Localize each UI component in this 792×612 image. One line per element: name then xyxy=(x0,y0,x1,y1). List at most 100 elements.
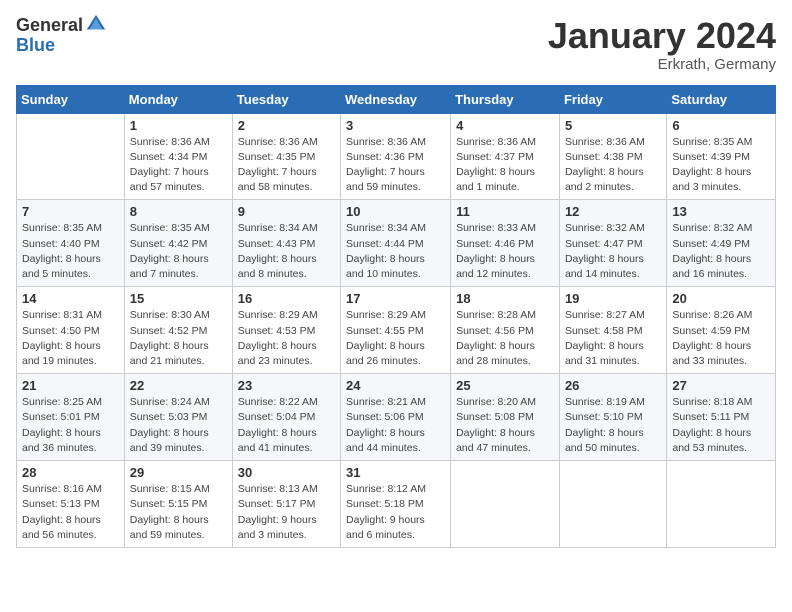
calendar-cell: 21 Sunrise: 8:25 AMSunset: 5:01 PMDayligh… xyxy=(17,374,125,461)
day-number: 25 xyxy=(456,378,554,393)
day-info: Sunrise: 8:35 AMSunset: 4:40 PMDaylight:… xyxy=(22,221,119,282)
day-number: 12 xyxy=(565,204,661,219)
day-info: Sunrise: 8:35 AMSunset: 4:39 PMDaylight:… xyxy=(672,135,770,196)
logo-general-text: General xyxy=(16,16,83,36)
day-info: Sunrise: 8:20 AMSunset: 5:08 PMDaylight:… xyxy=(456,395,554,456)
day-info: Sunrise: 8:34 AMSunset: 4:43 PMDaylight:… xyxy=(238,221,335,282)
calendar-cell: 10 Sunrise: 8:34 AMSunset: 4:44 PMDayligh… xyxy=(341,200,451,287)
day-number: 17 xyxy=(346,291,445,306)
calendar-cell: 16Sunrise: 8:29 AMSunset: 4:53 PMDayligh… xyxy=(232,287,340,374)
logo: General Blue xyxy=(16,16,107,56)
calendar-cell xyxy=(451,461,560,548)
day-number: 15 xyxy=(130,291,227,306)
calendar-cell: 11 Sunrise: 8:33 AMSunset: 4:46 PMDayligh… xyxy=(451,200,560,287)
day-info: Sunrise: 8:36 AMSunset: 4:36 PMDaylight:… xyxy=(346,135,445,196)
calendar-cell: 20 Sunrise: 8:26 AMSunset: 4:59 PMDayligh… xyxy=(667,287,776,374)
day-number: 24 xyxy=(346,378,445,393)
day-number: 3 xyxy=(346,118,445,133)
day-info: Sunrise: 8:29 AMSunset: 4:55 PMDaylight:… xyxy=(346,308,445,369)
calendar-cell: 31 Sunrise: 8:12 AMSunset: 5:18 PMDayligh… xyxy=(341,461,451,548)
calendar-cell: 12 Sunrise: 8:32 AMSunset: 4:47 PMDayligh… xyxy=(559,200,666,287)
day-info: Sunrise: 8:34 AMSunset: 4:44 PMDaylight:… xyxy=(346,221,445,282)
day-number: 21 xyxy=(22,378,119,393)
month-title: January 2024 xyxy=(548,16,776,56)
calendar-cell: 23 Sunrise: 8:22 AMSunset: 5:04 PMDayligh… xyxy=(232,374,340,461)
calendar-cell: 1Sunrise: 8:36 AMSunset: 4:34 PMDaylight… xyxy=(124,113,232,200)
calendar-week-row: 14Sunrise: 8:31 AMSunset: 4:50 PMDayligh… xyxy=(17,287,776,374)
day-info: Sunrise: 8:36 AMSunset: 4:34 PMDaylight:… xyxy=(130,135,227,196)
calendar-day-header: Saturday xyxy=(667,85,776,113)
day-number: 8 xyxy=(130,204,227,219)
calendar-table: SundayMondayTuesdayWednesdayThursdayFrid… xyxy=(16,85,776,548)
day-number: 7 xyxy=(22,204,119,219)
day-number: 2 xyxy=(238,118,335,133)
day-number: 14 xyxy=(22,291,119,306)
calendar-cell: 15 Sunrise: 8:30 AMSunset: 4:52 PMDayligh… xyxy=(124,287,232,374)
day-number: 9 xyxy=(238,204,335,219)
day-info: Sunrise: 8:29 AMSunset: 4:53 PMDaylight:… xyxy=(238,308,335,369)
day-number: 29 xyxy=(130,465,227,480)
day-info: Sunrise: 8:16 AMSunset: 5:13 PMDaylight:… xyxy=(22,482,119,543)
day-number: 31 xyxy=(346,465,445,480)
calendar-cell xyxy=(17,113,125,200)
day-number: 22 xyxy=(130,378,227,393)
location-text: Erkrath, Germany xyxy=(548,56,776,73)
day-info: Sunrise: 8:30 AMSunset: 4:52 PMDaylight:… xyxy=(130,308,227,369)
calendar-cell: 8Sunrise: 8:35 AMSunset: 4:42 PMDaylight… xyxy=(124,200,232,287)
day-info: Sunrise: 8:15 AMSunset: 5:15 PMDaylight:… xyxy=(130,482,227,543)
title-block: January 2024 Erkrath, Germany xyxy=(548,16,776,73)
page-header: General Blue January 2024 Erkrath, Germa… xyxy=(16,16,776,73)
calendar-cell: 17 Sunrise: 8:29 AMSunset: 4:55 PMDayligh… xyxy=(341,287,451,374)
day-info: Sunrise: 8:25 AMSunset: 5:01 PMDaylight:… xyxy=(22,395,119,456)
calendar-cell: 29 Sunrise: 8:15 AMSunset: 5:15 PMDayligh… xyxy=(124,461,232,548)
calendar-day-header: Friday xyxy=(559,85,666,113)
calendar-cell xyxy=(559,461,666,548)
calendar-cell: 3 Sunrise: 8:36 AMSunset: 4:36 PMDaylight… xyxy=(341,113,451,200)
calendar-cell: 5 Sunrise: 8:36 AMSunset: 4:38 PMDaylight… xyxy=(559,113,666,200)
calendar-day-header: Sunday xyxy=(17,85,125,113)
day-info: Sunrise: 8:32 AMSunset: 4:49 PMDaylight:… xyxy=(672,221,770,282)
day-info: Sunrise: 8:12 AMSunset: 5:18 PMDaylight:… xyxy=(346,482,445,543)
day-number: 11 xyxy=(456,204,554,219)
calendar-week-row: 1Sunrise: 8:36 AMSunset: 4:34 PMDaylight… xyxy=(17,113,776,200)
day-info: Sunrise: 8:19 AMSunset: 5:10 PMDaylight:… xyxy=(565,395,661,456)
day-info: Sunrise: 8:21 AMSunset: 5:06 PMDaylight:… xyxy=(346,395,445,456)
logo-icon xyxy=(85,13,107,35)
calendar-cell: 25 Sunrise: 8:20 AMSunset: 5:08 PMDayligh… xyxy=(451,374,560,461)
calendar-cell: 26 Sunrise: 8:19 AMSunset: 5:10 PMDayligh… xyxy=(559,374,666,461)
day-number: 5 xyxy=(565,118,661,133)
calendar-cell: 13Sunrise: 8:32 AMSunset: 4:49 PMDayligh… xyxy=(667,200,776,287)
calendar-day-header: Tuesday xyxy=(232,85,340,113)
calendar-day-header: Wednesday xyxy=(341,85,451,113)
day-number: 28 xyxy=(22,465,119,480)
day-number: 23 xyxy=(238,378,335,393)
day-info: Sunrise: 8:33 AMSunset: 4:46 PMDaylight:… xyxy=(456,221,554,282)
day-info: Sunrise: 8:13 AMSunset: 5:17 PMDaylight:… xyxy=(238,482,335,543)
day-number: 6 xyxy=(672,118,770,133)
day-info: Sunrise: 8:22 AMSunset: 5:04 PMDaylight:… xyxy=(238,395,335,456)
calendar-cell: 4Sunrise: 8:36 AMSunset: 4:37 PMDaylight… xyxy=(451,113,560,200)
calendar-cell: 2Sunrise: 8:36 AMSunset: 4:35 PMDaylight… xyxy=(232,113,340,200)
calendar-cell: 18Sunrise: 8:28 AMSunset: 4:56 PMDayligh… xyxy=(451,287,560,374)
day-info: Sunrise: 8:24 AMSunset: 5:03 PMDaylight:… xyxy=(130,395,227,456)
calendar-cell: 30 Sunrise: 8:13 AMSunset: 5:17 PMDayligh… xyxy=(232,461,340,548)
day-info: Sunrise: 8:32 AMSunset: 4:47 PMDaylight:… xyxy=(565,221,661,282)
day-info: Sunrise: 8:26 AMSunset: 4:59 PMDaylight:… xyxy=(672,308,770,369)
day-number: 30 xyxy=(238,465,335,480)
calendar-cell: 28 Sunrise: 8:16 AMSunset: 5:13 PMDayligh… xyxy=(17,461,125,548)
calendar-week-row: 21 Sunrise: 8:25 AMSunset: 5:01 PMDayligh… xyxy=(17,374,776,461)
day-number: 19 xyxy=(565,291,661,306)
day-info: Sunrise: 8:18 AMSunset: 5:11 PMDaylight:… xyxy=(672,395,770,456)
day-info: Sunrise: 8:28 AMSunset: 4:56 PMDaylight:… xyxy=(456,308,554,369)
calendar-cell: 9 Sunrise: 8:34 AMSunset: 4:43 PMDaylight… xyxy=(232,200,340,287)
day-number: 10 xyxy=(346,204,445,219)
logo-blue-text: Blue xyxy=(16,36,107,56)
day-info: Sunrise: 8:36 AMSunset: 4:37 PMDaylight:… xyxy=(456,135,554,196)
day-info: Sunrise: 8:36 AMSunset: 4:38 PMDaylight:… xyxy=(565,135,661,196)
day-number: 20 xyxy=(672,291,770,306)
day-number: 26 xyxy=(565,378,661,393)
calendar-day-header: Thursday xyxy=(451,85,560,113)
calendar-week-row: 7 Sunrise: 8:35 AMSunset: 4:40 PMDaylight… xyxy=(17,200,776,287)
calendar-week-row: 28 Sunrise: 8:16 AMSunset: 5:13 PMDayligh… xyxy=(17,461,776,548)
calendar-cell: 24 Sunrise: 8:21 AMSunset: 5:06 PMDayligh… xyxy=(341,374,451,461)
